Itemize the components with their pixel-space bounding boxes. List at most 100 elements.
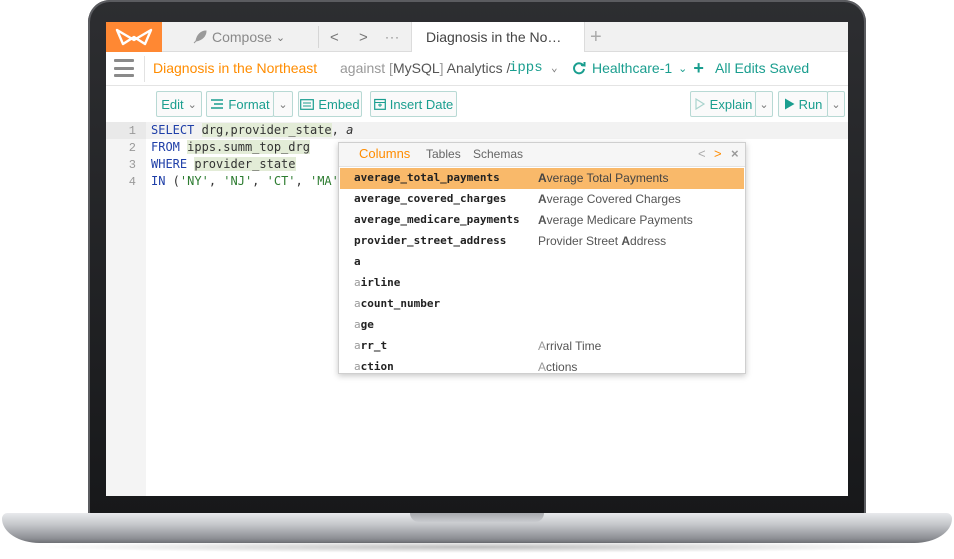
explain-button[interactable]: Explain	[690, 91, 756, 117]
autocomplete-item[interactable]: provider_street_address Provider Street …	[340, 231, 744, 252]
add-connection-icon[interactable]: +	[693, 59, 704, 77]
explain-label: Explain	[709, 96, 753, 112]
keyword: SELECT	[151, 123, 195, 137]
chevron-down-icon: ⌄	[759, 98, 769, 111]
save-status: All Edits Saved	[715, 60, 810, 76]
autocomplete-item[interactable]: acount_number	[340, 294, 744, 315]
chevron-down-icon: ⌄	[278, 98, 288, 111]
string-literal: 'NY'	[179, 174, 209, 188]
item-name: irline	[360, 276, 401, 289]
edit-label: Edit	[161, 96, 184, 112]
line-number: 4	[128, 175, 136, 189]
explain-dropdown-button[interactable]: ⌄	[755, 91, 773, 117]
query-title[interactable]: Diagnosis in the Northeast	[153, 60, 317, 76]
item-desc: verage Total Payments	[546, 171, 669, 185]
run-label: Run	[798, 96, 823, 112]
item-desc: ddress	[630, 234, 667, 248]
tab-label: Diagnosis in the No…	[426, 29, 562, 45]
autocomplete-item[interactable]: average_medicare_payments Average Medica…	[340, 210, 744, 231]
app-screen: Compose ⌄ < > ··· Diagnosis in the No… +…	[106, 22, 848, 496]
item-name: provider_street_address	[354, 234, 507, 247]
format-button[interactable]: Format	[206, 91, 274, 117]
code-text: ,	[208, 174, 224, 188]
top-bar: Compose ⌄ < > ··· Diagnosis in the No… +	[106, 22, 848, 52]
item-desc-match: A	[538, 339, 547, 353]
item-name: count_number	[360, 297, 441, 310]
db-type: MySQL	[392, 60, 440, 76]
against-label: against	[340, 60, 386, 76]
new-tab-button[interactable]: +	[590, 22, 602, 52]
item-match: a	[354, 255, 361, 268]
close-icon[interactable]: ×	[731, 146, 739, 161]
laptop-shadow	[30, 541, 924, 553]
item-name: ction	[360, 360, 394, 373]
autocomplete-item[interactable]: arr_t Arrival Time	[340, 336, 744, 357]
string-literal: 'CT'	[266, 174, 296, 188]
format-dropdown-button[interactable]: ⌄	[273, 91, 293, 117]
play-icon	[784, 98, 795, 110]
compose-label: Compose	[212, 29, 272, 45]
data-source[interactable]: against [MySQL] Analytics /	[340, 60, 510, 76]
divider	[318, 26, 319, 48]
item-desc-match: A	[621, 234, 631, 248]
item-match: a	[354, 339, 361, 352]
code-text: ,	[295, 174, 310, 188]
keyword: WHERE	[151, 157, 188, 171]
tab-columns[interactable]: Columns	[359, 146, 410, 161]
column-ref: provider_state	[230, 123, 332, 137]
autocomplete-item[interactable]: age	[340, 315, 744, 336]
autocomplete-item[interactable]: average_covered_charges Average Covered …	[340, 189, 744, 210]
brand-logo-icon	[115, 28, 153, 46]
prev-page-icon[interactable]: <	[698, 146, 706, 161]
item-desc: ctions	[546, 360, 578, 374]
connection-label: Healthcare-1	[592, 60, 673, 76]
autocomplete-item[interactable]: action Actions	[340, 357, 744, 378]
item-name: average_total_payments	[354, 171, 500, 184]
brand-logo[interactable]	[106, 22, 162, 52]
schema-select[interactable]: ipps ⌄	[509, 60, 558, 76]
typed-token: a	[346, 123, 354, 137]
item-desc-match: A	[538, 192, 547, 206]
code-line[interactable]: FROM ipps.summ_top_drg	[151, 139, 310, 156]
divider	[144, 56, 145, 82]
tab-schemas[interactable]: Schemas	[473, 147, 523, 161]
schema-label: ipps	[509, 60, 543, 76]
autocomplete-item[interactable]: a	[340, 252, 744, 273]
item-match: a	[354, 276, 361, 289]
more-tabs-button[interactable]: ···	[385, 22, 400, 52]
compose-menu[interactable]: Compose ⌄	[192, 22, 285, 52]
code-line[interactable]: WHERE provider_state	[151, 156, 296, 173]
code-line[interactable]: IN ('NY', 'NJ', 'CT', 'MA'	[151, 173, 339, 190]
insert-date-label: Insert Date	[389, 96, 454, 112]
nav-prev-button[interactable]: <	[330, 22, 339, 52]
embed-button[interactable]: Embed	[298, 91, 362, 117]
db-name: Analytics /	[446, 60, 511, 76]
run-dropdown-button[interactable]: ⌄	[827, 91, 845, 117]
tab-tables[interactable]: Tables	[426, 147, 461, 161]
item-desc-match: A	[538, 360, 547, 374]
chevron-down-icon: ⌄	[275, 31, 286, 44]
line-number: 2	[128, 141, 136, 155]
string-literal: 'NJ'	[223, 174, 253, 188]
hamburger-icon[interactable]	[114, 59, 134, 77]
sql-editor[interactable]: 1 2 3 4 SELECT drg,provider_state, a FRO…	[106, 122, 848, 496]
edit-button[interactable]: Edit ⌄	[156, 91, 202, 117]
next-page-icon[interactable]: >	[714, 146, 722, 161]
run-button[interactable]: Run	[778, 91, 828, 117]
feather-icon	[193, 30, 207, 44]
keyword: FROM	[151, 140, 180, 154]
autocomplete-item[interactable]: average_total_payments Average Total Pay…	[340, 168, 744, 189]
code-text: (	[165, 174, 180, 188]
item-match: a	[354, 360, 361, 373]
chevron-down-icon: ⌄	[551, 63, 558, 75]
connection-select[interactable]: Healthcare-1 ⌄ +	[572, 59, 704, 77]
item-desc-match: A	[538, 171, 547, 185]
tab-active-query[interactable]: Diagnosis in the No…	[411, 22, 585, 52]
insert-date-button[interactable]: Insert Date	[370, 91, 457, 117]
line-number: 3	[128, 158, 136, 172]
code-line[interactable]: SELECT drg,provider_state, a	[151, 122, 353, 139]
explain-icon	[695, 98, 705, 110]
nav-next-button[interactable]: >	[359, 22, 368, 52]
autocomplete-item[interactable]: airline	[340, 273, 744, 294]
item-desc: verage Medicare Payments	[546, 213, 693, 227]
